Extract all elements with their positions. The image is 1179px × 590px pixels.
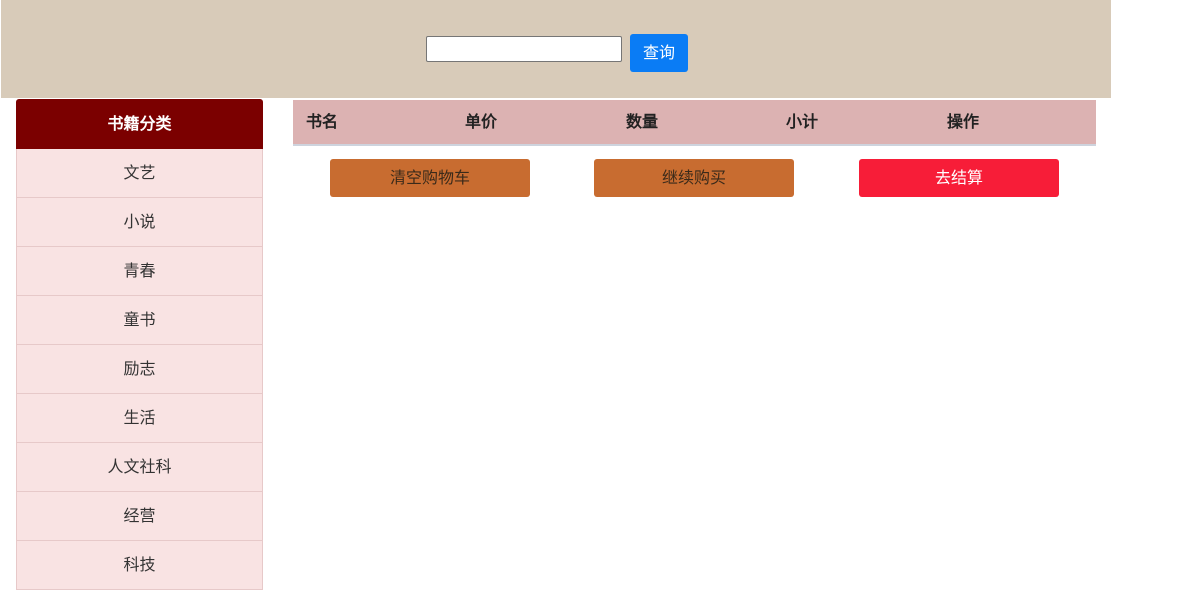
top-search-bar: 查询: [1, 0, 1111, 98]
sidebar-title: 书籍分类: [16, 99, 263, 149]
search-input[interactable]: [426, 36, 622, 62]
cart-actions: 清空购物车 继续购买 去结算: [293, 146, 1096, 206]
sidebar-item-lizhi[interactable]: 励志: [16, 345, 263, 394]
sidebar-item-xiaoshuo[interactable]: 小说: [16, 198, 263, 247]
column-header-subtotal: 小计: [786, 112, 819, 131]
sidebar-item-renwensheke[interactable]: 人文社科: [16, 443, 263, 492]
column-header-unit-price: 单价: [465, 112, 498, 131]
search-button[interactable]: 查询: [630, 34, 688, 72]
continue-shopping-button[interactable]: 继续购买: [594, 159, 794, 197]
sidebar-item-qingchun[interactable]: 青春: [16, 247, 263, 296]
column-header-actions: 操作: [947, 112, 980, 131]
sidebar-item-shenghuo[interactable]: 生活: [16, 394, 263, 443]
column-header-book-name: 书名: [306, 112, 339, 131]
sidebar-item-keji[interactable]: 科技: [16, 541, 263, 590]
sidebar-item-wenyi[interactable]: 文艺: [16, 149, 263, 198]
sidebar-item-tongshu[interactable]: 童书: [16, 296, 263, 345]
cart-table-header: 书名 单价 数量 小计 操作: [293, 100, 1096, 146]
sidebar-item-jingying[interactable]: 经营: [16, 492, 263, 541]
shopping-cart: 书名 单价 数量 小计 操作 清空购物车 继续购买 去结算: [293, 100, 1096, 206]
category-sidebar: 书籍分类 文艺 小说 青春 童书 励志 生活 人文社科 经营 科技: [16, 99, 263, 590]
column-header-quantity: 数量: [626, 112, 659, 131]
clear-cart-button[interactable]: 清空购物车: [330, 159, 530, 197]
checkout-button[interactable]: 去结算: [859, 159, 1059, 197]
